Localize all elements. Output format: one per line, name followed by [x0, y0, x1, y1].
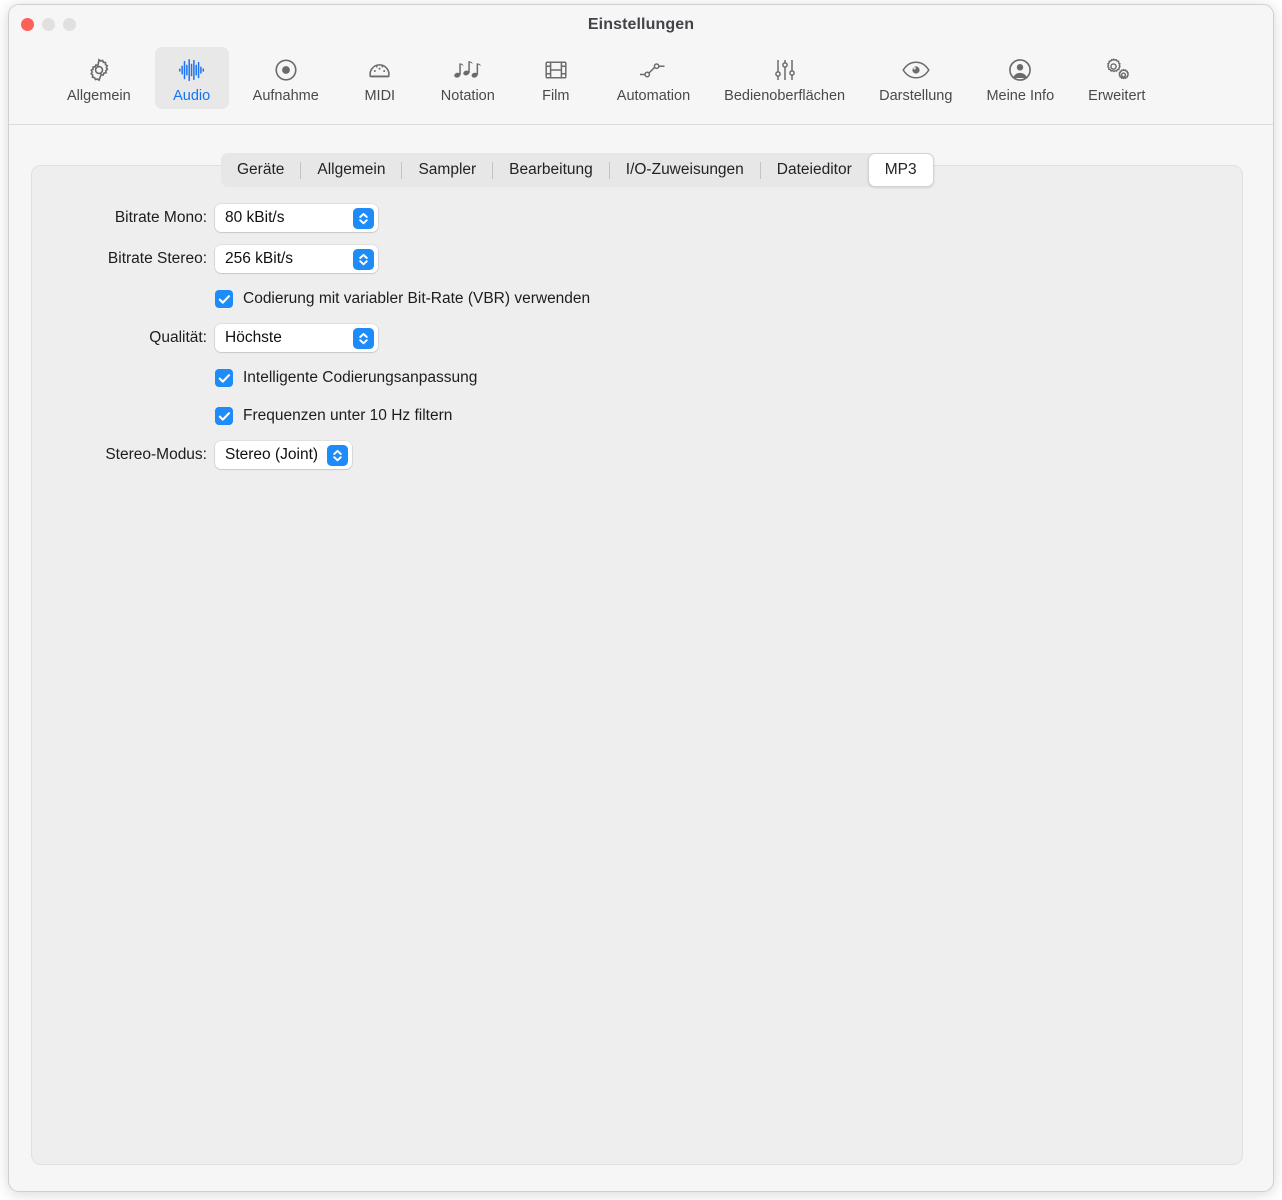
qualitaet-popup[interactable]: Höchste: [215, 324, 378, 352]
row-vbr: Codierung mit variabler Bit-Rate (VBR) v…: [9, 287, 1273, 311]
row-bitrate-mono: Bitrate Mono: 80 kBit/s: [9, 204, 1273, 232]
toolbar-item-darstellung[interactable]: Darstellung: [869, 47, 962, 109]
toolbar-item-film[interactable]: Film: [519, 47, 593, 109]
music-notes-icon: [453, 53, 483, 87]
toolbar-label: Aufnahme: [252, 88, 319, 104]
row-bitrate-stereo: Bitrate Stereo: 256 kBit/s: [9, 245, 1273, 273]
smart-encoding-checkbox[interactable]: [215, 369, 233, 387]
tab-sampler[interactable]: Sampler: [402, 153, 492, 187]
sliders-icon: [773, 53, 797, 87]
title-bar: Einstellungen: [9, 5, 1273, 47]
tab-io-zuweisungen[interactable]: I/O-Zuweisungen: [610, 153, 760, 187]
settings-window: Einstellungen Allgemein Audio Aufnahme M…: [8, 4, 1274, 1192]
toolbar-item-allgemein[interactable]: Allgemein: [57, 47, 141, 109]
bitrate-mono-label: Bitrate Mono:: [114, 209, 207, 226]
toolbar-label: Audio: [173, 88, 211, 104]
filter-frequencies-checkbox[interactable]: [215, 407, 233, 425]
stereo-modus-value: Stereo (Joint): [225, 446, 319, 463]
automation-curve-icon: [638, 53, 668, 87]
row-filter-frequencies: Frequenzen unter 10 Hz filtern: [9, 404, 1273, 428]
vbr-label: Codierung mit variabler Bit-Rate (VBR) v…: [243, 290, 591, 307]
double-gear-icon: [1102, 53, 1132, 87]
stereo-modus-popup[interactable]: Stereo (Joint): [215, 441, 353, 469]
qualitaet-label: Qualität:: [149, 329, 207, 346]
person-circle-icon: [1007, 53, 1033, 87]
toolbar-label: MIDI: [364, 88, 396, 104]
chevron-updown-icon: [353, 248, 374, 270]
audio-waveform-icon: [177, 53, 207, 87]
toolbar-label: Automation: [616, 88, 691, 104]
toolbar-item-meine-info[interactable]: Meine Info: [976, 47, 1064, 109]
toolbar-label: Film: [542, 88, 570, 104]
preferences-toolbar: Allgemein Audio Aufnahme MIDI Notation F…: [9, 47, 1273, 125]
tab-bar: Geräte Allgemein Sampler Bearbeitung I/O…: [221, 153, 934, 187]
row-smart-encoding: Intelligente Codierungsanpassung: [9, 366, 1273, 390]
toolbar-item-midi[interactable]: MIDI: [343, 47, 417, 109]
tab-dateieditor[interactable]: Dateieditor: [761, 153, 868, 187]
tab-allgemein[interactable]: Allgemein: [301, 153, 401, 187]
smart-encoding-label: Intelligente Codierungsanpassung: [243, 369, 478, 386]
row-stereo-modus: Stereo-Modus: Stereo (Joint): [9, 441, 1273, 469]
filter-frequencies-label: Frequenzen unter 10 Hz filtern: [243, 407, 453, 424]
chevron-updown-icon: [353, 207, 374, 229]
qualitaet-value: Höchste: [225, 329, 282, 346]
chevron-updown-icon: [327, 444, 349, 466]
toolbar-item-automation[interactable]: Automation: [607, 47, 700, 109]
stereo-modus-label: Stereo-Modus:: [105, 446, 207, 463]
chevron-updown-icon: [353, 327, 374, 349]
mp3-settings-form: Bitrate Mono: 80 kBit/s Bitrate Stereo:: [9, 204, 1273, 480]
bitrate-mono-popup[interactable]: 80 kBit/s: [215, 204, 378, 232]
toolbar-label: Notation: [440, 88, 495, 104]
bitrate-stereo-value: 256 kBit/s: [225, 250, 294, 267]
toolbar-label: Darstellung: [879, 88, 953, 104]
film-strip-icon: [543, 53, 569, 87]
row-qualitaet: Qualität: Höchste: [9, 324, 1273, 352]
record-circle-icon: [273, 53, 299, 87]
toolbar-item-bedienoberflaechen[interactable]: Bedienoberflächen: [714, 47, 855, 109]
tab-bearbeitung[interactable]: Bearbeitung: [493, 153, 609, 187]
tab-geraete[interactable]: Geräte: [221, 153, 300, 187]
eye-icon: [901, 53, 931, 87]
bitrate-mono-value: 80 kBit/s: [225, 209, 285, 226]
bitrate-stereo-label: Bitrate Stereo:: [107, 250, 207, 267]
midi-connector-icon: [367, 53, 392, 87]
vbr-checkbox[interactable]: [215, 290, 233, 308]
toolbar-label: Meine Info: [986, 88, 1055, 104]
toolbar-label: Allgemein: [67, 88, 131, 104]
gear-icon: [86, 53, 112, 87]
toolbar-item-erweitert[interactable]: Erweitert: [1078, 47, 1155, 109]
toolbar-item-aufnahme[interactable]: Aufnahme: [243, 47, 329, 109]
toolbar-label: Bedienoberflächen: [724, 88, 846, 104]
toolbar-item-audio[interactable]: Audio: [154, 47, 229, 109]
window-title: Einstellungen: [587, 16, 695, 33]
bitrate-stereo-popup[interactable]: 256 kBit/s: [215, 245, 378, 273]
tab-mp3[interactable]: MP3: [867, 153, 934, 187]
toolbar-item-notation[interactable]: Notation: [431, 47, 505, 109]
toolbar-label: Erweitert: [1088, 88, 1146, 104]
